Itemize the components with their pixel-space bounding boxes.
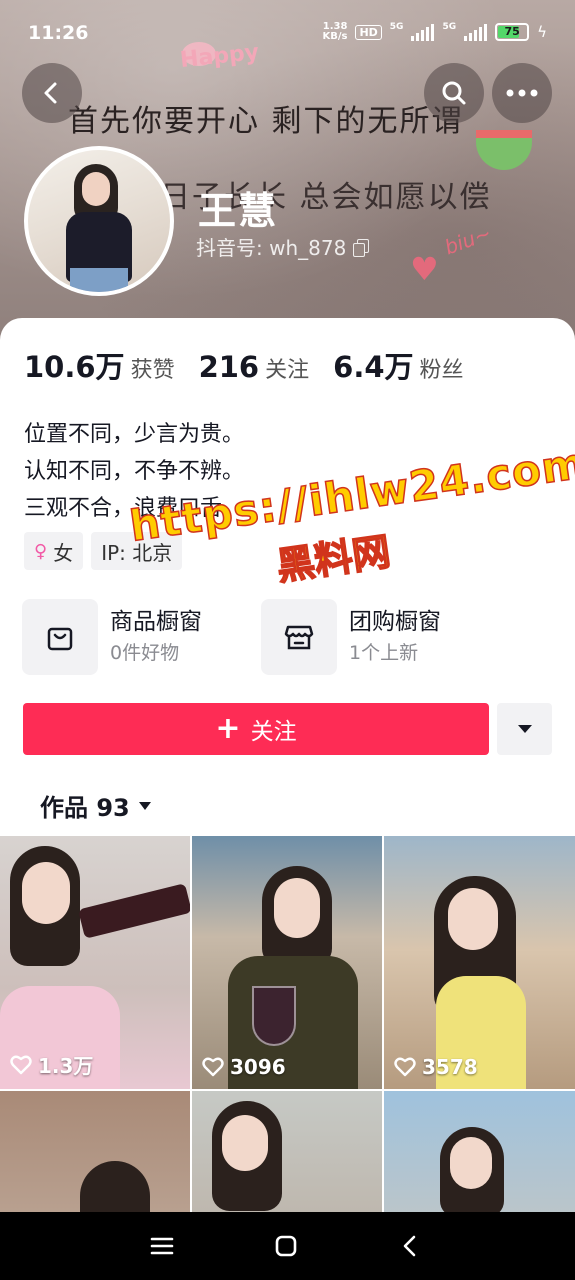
menu-button[interactable] bbox=[144, 1228, 180, 1264]
hd-voice-icon: HD bbox=[355, 24, 382, 40]
more-button[interactable] bbox=[492, 63, 552, 123]
stat-followers[interactable]: 6.4万 粉丝 bbox=[333, 344, 463, 386]
system-nav-bar bbox=[0, 1212, 575, 1280]
heart-outline-icon bbox=[10, 1055, 32, 1074]
cover-text-line1: 首先你要开心 剩下的无所谓 bbox=[68, 104, 464, 139]
store-icon bbox=[261, 599, 337, 675]
copy-icon[interactable] bbox=[352, 238, 370, 257]
battery-icon: 75 bbox=[495, 23, 530, 41]
video-thumbnail[interactable] bbox=[0, 1091, 190, 1216]
status-bar: 11:26 1.38 KB/s HD 5G 5G 75 ϟ bbox=[0, 0, 575, 64]
video-thumbnail[interactable] bbox=[384, 1091, 575, 1216]
network-speed-unit: KB/s bbox=[322, 31, 348, 42]
sim1-network-label: 5G bbox=[389, 22, 404, 32]
group-buy-title: 团购橱窗 bbox=[349, 609, 441, 635]
follow-button[interactable]: + 关注 bbox=[23, 703, 489, 755]
home-button[interactable] bbox=[268, 1228, 304, 1264]
bio-line: 位置不同，少言为贵。 bbox=[24, 422, 245, 447]
goods-showcase[interactable]: 商品橱窗 0件好物 bbox=[22, 598, 202, 676]
stat-followers-label: 粉丝 bbox=[419, 358, 464, 383]
stat-likes-label: 获赞 bbox=[130, 358, 175, 383]
video-likes-count: 1.3万 bbox=[38, 1054, 94, 1078]
back-nav-button[interactable] bbox=[392, 1228, 428, 1264]
status-time: 11:26 bbox=[28, 22, 89, 44]
profile-stats: 10.6万 获赞 216 关注 6.4万 粉丝 bbox=[24, 344, 464, 386]
heart-sticker-icon: ♥ bbox=[410, 250, 439, 288]
profile-name: 王慧 bbox=[198, 189, 279, 233]
gender-tag: ♀ 女 bbox=[24, 532, 84, 570]
group-buy-showcase[interactable]: 团购橱窗 1个上新 bbox=[261, 598, 441, 676]
battery-percent: 75 bbox=[504, 25, 520, 38]
network-speed: 1.38 KB/s bbox=[322, 22, 347, 42]
tab-works[interactable]: 作品 93 bbox=[40, 788, 152, 823]
stat-following-value: 216 bbox=[198, 350, 260, 384]
charging-icon: ϟ bbox=[537, 23, 547, 41]
video-likes: 3578 bbox=[394, 1055, 478, 1079]
stat-likes-value: 10.6万 bbox=[24, 350, 125, 384]
chevron-left-icon bbox=[44, 82, 57, 104]
video-thumbnail[interactable] bbox=[192, 1091, 382, 1216]
stat-followers-value: 6.4万 bbox=[333, 350, 414, 384]
home-square-icon bbox=[275, 1235, 297, 1257]
gender-label: 女 bbox=[53, 540, 74, 565]
stat-following[interactable]: 216 关注 bbox=[199, 350, 310, 384]
video-grid: 1.3万 3096 3578 bbox=[0, 836, 575, 1216]
sim2-signal-icon bbox=[464, 23, 488, 41]
caret-down-icon bbox=[517, 725, 532, 733]
caret-down-icon bbox=[138, 801, 151, 810]
video-thumbnail[interactable]: 3578 bbox=[384, 836, 575, 1089]
profile-page: Happy 首先你要开心 剩下的无所谓 日子长长 总会如愿以偿 ♥ biu~ 1… bbox=[0, 0, 575, 1280]
video-likes-count: 3578 bbox=[422, 1055, 478, 1079]
heart-outline-icon bbox=[394, 1057, 416, 1077]
more-dots-icon bbox=[506, 89, 538, 97]
video-likes: 3096 bbox=[202, 1055, 286, 1079]
bio-line: 认知不同，不争不辨。 bbox=[24, 459, 245, 484]
back-button[interactable] bbox=[22, 63, 82, 123]
goods-showcase-count: 0件好物 bbox=[110, 642, 180, 664]
sim1-signal-icon bbox=[411, 23, 435, 41]
douyin-id[interactable]: 抖音号: wh_878 bbox=[196, 232, 370, 261]
group-buy-status: 1个上新 bbox=[349, 642, 419, 664]
search-icon bbox=[442, 81, 466, 105]
video-likes: 1.3万 bbox=[10, 1050, 93, 1079]
female-icon: ♀ bbox=[34, 540, 48, 562]
goods-showcase-title: 商品橱窗 bbox=[110, 609, 202, 635]
shopping-bag-icon bbox=[22, 599, 98, 675]
status-indicators: 1.38 KB/s HD 5G 5G 75 ϟ bbox=[322, 22, 547, 42]
shop-row: 商品橱窗 0件好物 团购橱窗 1个上新 bbox=[22, 598, 562, 676]
stat-following-label: 关注 bbox=[265, 358, 310, 383]
heart-outline-icon bbox=[202, 1057, 224, 1077]
video-thumbnail[interactable]: 3096 bbox=[192, 836, 382, 1089]
works-tab-label: 作品 93 bbox=[40, 794, 130, 822]
avatar[interactable] bbox=[24, 146, 174, 296]
stat-likes[interactable]: 10.6万 获赞 bbox=[24, 344, 175, 386]
plus-icon: + bbox=[215, 711, 241, 746]
search-button[interactable] bbox=[424, 63, 484, 123]
video-likes-count: 3096 bbox=[230, 1055, 286, 1079]
follow-label: 关注 bbox=[250, 719, 297, 745]
douyin-id-text: 抖音号: wh_878 bbox=[196, 236, 347, 260]
menu-icon bbox=[150, 1237, 174, 1255]
video-thumbnail[interactable]: 1.3万 bbox=[0, 836, 190, 1089]
sim2-network-label: 5G bbox=[442, 22, 457, 32]
back-arrow-icon bbox=[403, 1235, 416, 1257]
recommend-dropdown-button[interactable] bbox=[497, 703, 552, 755]
